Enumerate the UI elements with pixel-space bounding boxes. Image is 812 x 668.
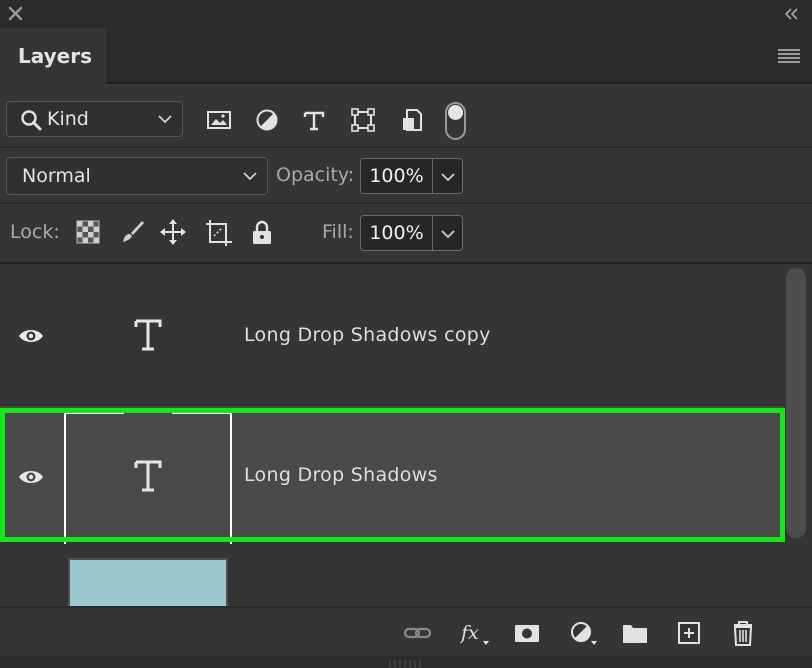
tab-layers[interactable]: Layers (0, 28, 106, 84)
fx-icon[interactable]: fx (459, 620, 489, 646)
new-adjustment-icon[interactable] (567, 620, 597, 646)
new-group-icon[interactable] (620, 620, 650, 646)
lock-row: Lock: Fill: 100% (0, 204, 812, 264)
layers-scrollbar[interactable] (786, 268, 806, 538)
type-layer-thumbnail-icon (134, 319, 162, 351)
chevron-down-icon (441, 230, 455, 239)
add-mask-icon[interactable] (512, 620, 542, 646)
fill-label: Fill: (322, 221, 354, 243)
resize-grip-icon[interactable] (386, 660, 426, 668)
lock-label: Lock: (10, 221, 60, 243)
blend-row: Normal Opacity: 100% (0, 148, 812, 204)
search-icon (21, 110, 42, 131)
layers-bottom-bar: fx (0, 606, 812, 656)
opacity-field[interactable]: 100% (360, 158, 463, 194)
fill-field[interactable]: 100% (360, 215, 463, 251)
layer-name[interactable]: Long Drop Shadows (244, 464, 438, 486)
filter-toggle[interactable] (445, 102, 466, 140)
new-layer-icon[interactable] (674, 620, 704, 646)
lock-all-icon[interactable] (248, 218, 276, 246)
delete-layer-icon[interactable] (728, 620, 758, 646)
blend-mode-select[interactable]: Normal (6, 157, 268, 195)
layer-row[interactable]: Long Drop Shadows copy (0, 266, 784, 406)
collapse-panel-icon[interactable] (782, 5, 800, 23)
fill-dropdown[interactable] (433, 216, 462, 250)
image-layer-thumbnail (68, 558, 228, 606)
link-layers-icon[interactable] (403, 620, 433, 646)
layers-panel: Kind Normal Opacity: 100% Lock: Fill: 10… (0, 84, 812, 668)
opacity-label: Opacity: (276, 164, 355, 186)
chevron-down-icon (158, 115, 172, 124)
shape-layer-filter-icon[interactable] (349, 106, 377, 134)
svg-text:fx: fx (459, 622, 479, 644)
tab-bar: Layers (0, 28, 812, 84)
smart-object-filter-icon[interactable] (398, 106, 426, 134)
visibility-eye-icon[interactable] (17, 326, 45, 346)
kind-filter-label: Kind (47, 108, 89, 130)
chevron-down-icon (441, 173, 455, 182)
lock-transparent-pixels-icon[interactable] (74, 218, 102, 246)
layers-list: Long Drop Shadows copy Long Drop Shadows (0, 266, 812, 606)
blend-mode-value: Normal (22, 165, 91, 187)
thumbnail-selection-border (64, 412, 232, 544)
panel-menu-icon[interactable] (778, 48, 800, 64)
filter-row: Kind (0, 84, 812, 148)
chevron-down-icon (243, 172, 257, 181)
fill-value[interactable]: 100% (361, 216, 433, 250)
close-icon[interactable] (7, 5, 25, 23)
panel-footer (0, 656, 812, 668)
visibility-eye-icon[interactable] (17, 467, 45, 487)
kind-filter-select[interactable]: Kind (6, 101, 183, 137)
adjustment-layer-filter-icon[interactable] (253, 106, 281, 134)
opacity-value[interactable]: 100% (361, 159, 433, 193)
lock-artboard-icon[interactable] (204, 218, 232, 246)
lock-image-pixels-icon[interactable] (118, 218, 146, 246)
type-layer-filter-icon[interactable] (300, 106, 328, 134)
lock-position-icon[interactable] (159, 218, 187, 246)
panel-header (0, 0, 812, 30)
toggle-knob (448, 105, 463, 120)
layer-name[interactable]: Long Drop Shadows copy (244, 324, 491, 346)
pixel-layer-filter-icon[interactable] (205, 106, 233, 134)
opacity-dropdown[interactable] (433, 159, 462, 193)
